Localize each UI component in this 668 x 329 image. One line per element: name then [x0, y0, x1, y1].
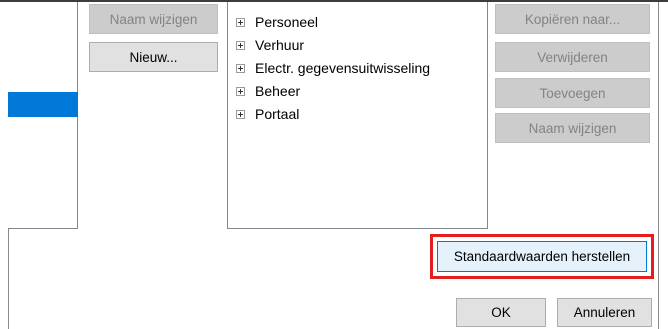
tree-item-label: Beheer — [255, 83, 301, 99]
tree-item[interactable]: Portaal — [236, 104, 299, 124]
cancel-button[interactable]: Annuleren — [557, 298, 652, 327]
dialog-right-border — [658, 2, 659, 329]
category-tree[interactable]: Personeel Verhuur Electr. gegevensuitwis… — [227, 2, 488, 229]
tree-item-label: Electr. gegevensuitwisseling — [255, 60, 431, 76]
tree-item-label: Portaal — [255, 106, 300, 122]
new-button[interactable]: Nieuw... — [89, 42, 218, 72]
tree-item-label: Personeel — [255, 14, 319, 30]
ok-button[interactable]: OK — [456, 298, 546, 327]
copy-to-button[interactable]: Kopiëren naar... — [495, 4, 650, 34]
expand-icon[interactable] — [236, 63, 245, 73]
tree-item-label: Verhuur — [255, 37, 305, 53]
expand-icon[interactable] — [236, 17, 245, 27]
tree-item[interactable]: Verhuur — [236, 35, 304, 55]
restore-defaults-button[interactable]: Standaardwaarden herstellen — [437, 241, 647, 272]
rename-button-right[interactable]: Naam wijzigen — [495, 113, 650, 143]
left-list[interactable] — [8, 2, 78, 229]
expand-icon[interactable] — [236, 86, 245, 96]
delete-button[interactable]: Verwijderen — [495, 42, 650, 72]
tree-item[interactable]: Beheer — [236, 81, 300, 101]
expand-icon[interactable] — [236, 40, 245, 50]
expand-icon[interactable] — [236, 109, 245, 119]
rename-button-left[interactable]: Naam wijzigen — [89, 4, 218, 34]
tree-item[interactable]: Personeel — [236, 12, 318, 32]
add-button[interactable]: Toevoegen — [495, 78, 650, 108]
left-list-selected-item[interactable] — [8, 92, 78, 117]
tree-item[interactable]: Electr. gegevensuitwisseling — [236, 58, 430, 78]
